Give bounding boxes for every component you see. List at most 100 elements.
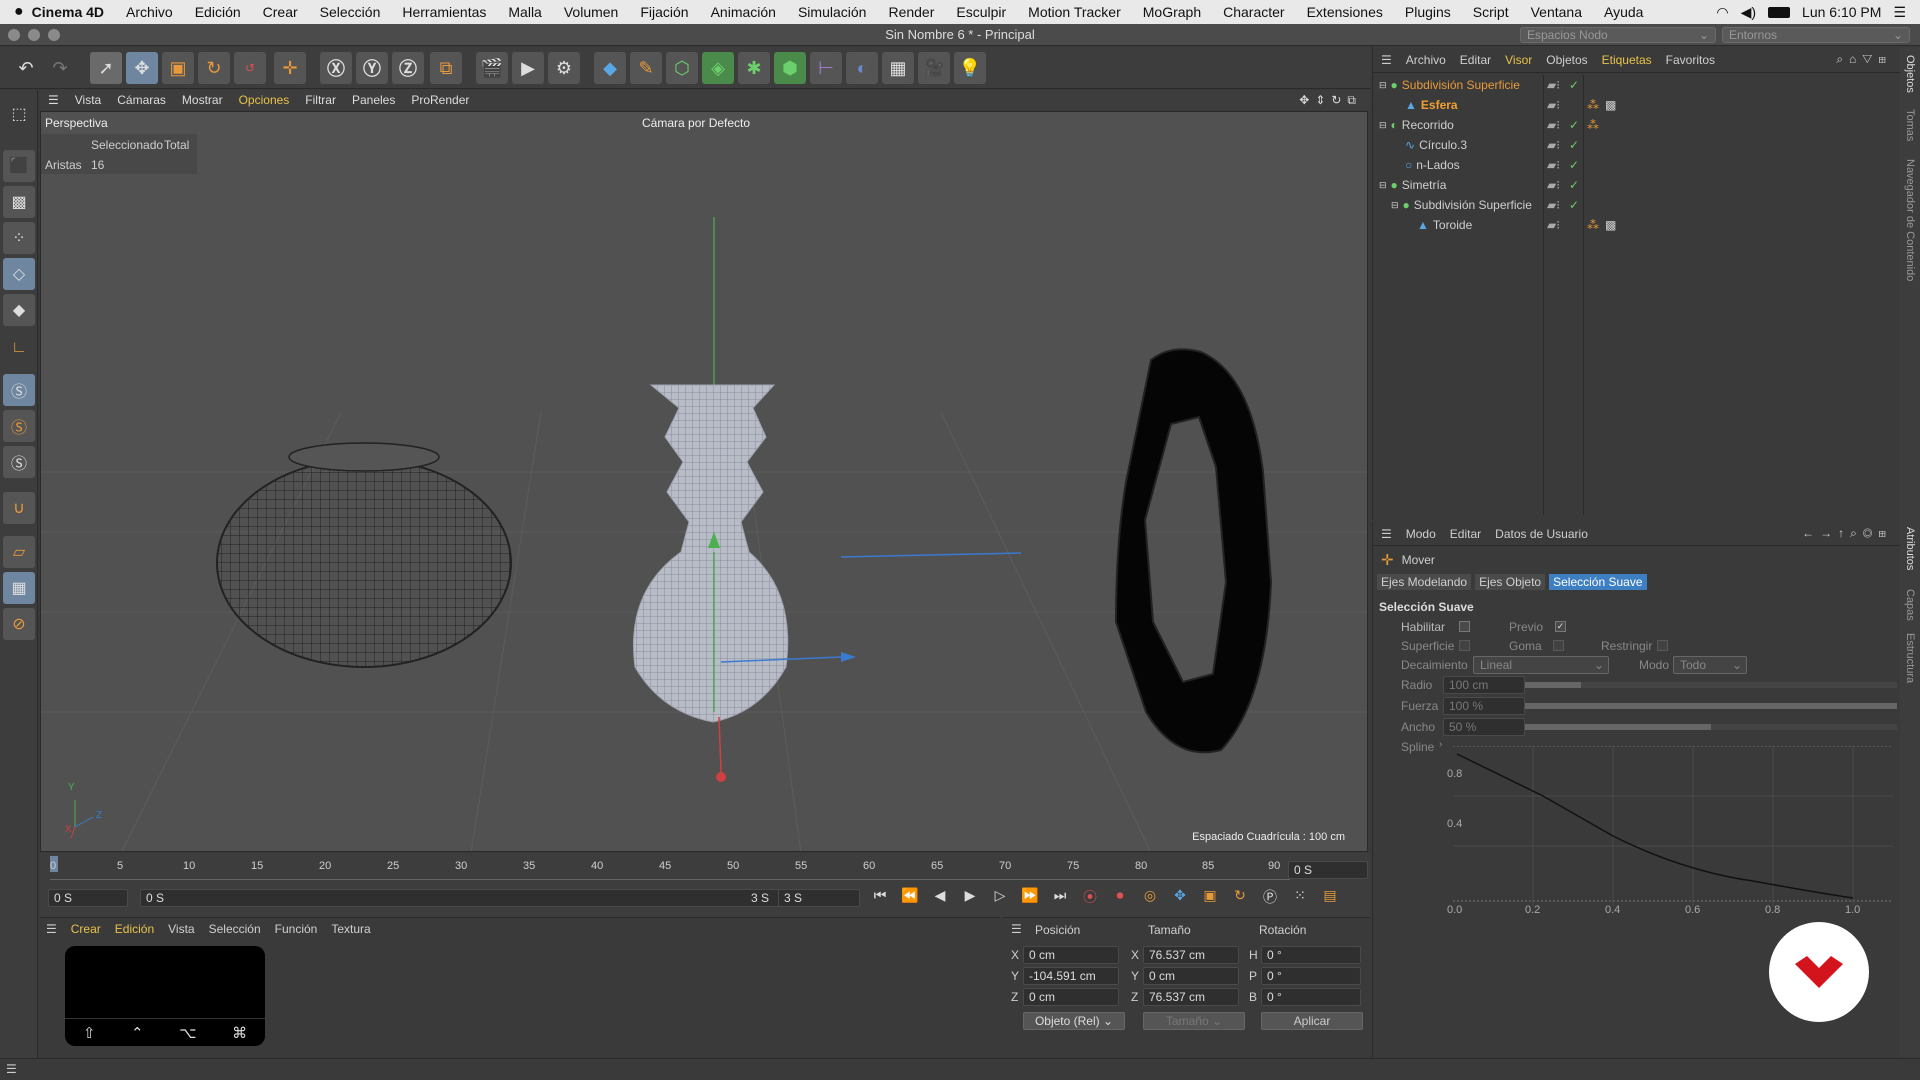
menu-crear[interactable]: Crear: [263, 4, 298, 20]
fuerza-field[interactable]: 100 %: [1443, 697, 1525, 715]
decaimiento-dropdown[interactable]: Lineal ⌄: [1473, 656, 1609, 674]
phong-tag-icon[interactable]: ⁂: [1587, 218, 1599, 232]
gizmo-z-knob[interactable]: [716, 772, 726, 782]
menu-edicion[interactable]: Edición: [195, 4, 241, 20]
om-menu-archivo[interactable]: Archivo: [1406, 53, 1446, 67]
chevron-right-icon[interactable]: ›: [1439, 739, 1442, 750]
size-x-field[interactable]: 76.537 cm: [1143, 946, 1239, 964]
tab-ejes-objeto[interactable]: Ejes Objeto: [1475, 574, 1546, 590]
render-picture-viewer-icon[interactable]: ▶: [512, 52, 544, 84]
object-name[interactable]: Toroide: [1433, 218, 1472, 232]
material-menu-edicion[interactable]: Edición: [115, 922, 154, 936]
side-tab-estructura[interactable]: Estructura: [1904, 633, 1916, 683]
field-icon[interactable]: ◐: [846, 52, 878, 84]
key-scale-icon[interactable]: ▣: [1198, 887, 1222, 907]
go-to-start-icon[interactable]: ⏮: [868, 887, 892, 907]
previous-key-icon[interactable]: ⏪: [898, 887, 922, 907]
grid-plane-icon[interactable]: ▦: [3, 572, 35, 604]
object-row[interactable]: ⊟ ● Subdivisión Superficie ▰⁝ ✓: [1373, 75, 1901, 95]
texture-mode-icon[interactable]: ▩: [3, 186, 35, 218]
viewport-menu-mostrar[interactable]: Mostrar: [182, 93, 223, 107]
menu-ayuda[interactable]: Ayuda: [1604, 4, 1643, 20]
magnet-icon[interactable]: ∪: [3, 492, 35, 524]
size-z-field[interactable]: 76.537 cm: [1143, 988, 1239, 1006]
enabled-check-icon[interactable]: ✓: [1569, 178, 1579, 192]
ancho-slider[interactable]: [1525, 724, 1897, 730]
side-tab-atributos[interactable]: Atributos: [1904, 527, 1916, 570]
battery-icon[interactable]: [1768, 6, 1791, 18]
radio-slider[interactable]: [1525, 682, 1897, 688]
object-row[interactable]: ⊟ ◐ Recorrido ▰⁝ ✓ ⁂: [1373, 115, 1901, 135]
object-row[interactable]: ▲ Toroide ▰⁝ ⁂ ▩: [1373, 215, 1901, 235]
coordinate-system-icon[interactable]: ⧉: [430, 52, 462, 84]
axis-mode-icon[interactable]: ∟: [3, 332, 35, 364]
viewport-menu-paneles[interactable]: Paneles: [352, 93, 395, 107]
mograph-icon[interactable]: ⬢: [774, 52, 806, 84]
points-mode-icon[interactable]: ⁘: [3, 222, 35, 254]
viewport-menu-camaras[interactable]: Cámaras: [117, 93, 166, 107]
end-frame-field[interactable]: 3 S: [778, 889, 860, 907]
visibility-icon[interactable]: ▰⁝: [1547, 78, 1560, 92]
viewport-menu-vista[interactable]: Vista: [75, 93, 101, 107]
menu-fijacion[interactable]: Fijación: [640, 4, 688, 20]
lock-z-axis-icon[interactable]: Ⓩ: [392, 52, 424, 84]
om-menu-favoritos[interactable]: Favoritos: [1666, 53, 1715, 67]
visibility-icon[interactable]: ▰⁝: [1547, 218, 1560, 232]
falloff-spline-graph[interactable]: 0.8 0.4 0.0 0.2 0.4 0.6 0.8 1.0: [1447, 745, 1893, 916]
move-tool-icon[interactable]: ✥: [126, 52, 158, 84]
visibility-icon[interactable]: ▰⁝: [1547, 138, 1560, 152]
enabled-check-icon[interactable]: ✓: [1569, 198, 1579, 212]
close-window-button[interactable]: [8, 28, 20, 41]
pos-y-field[interactable]: -104.591 cm: [1023, 967, 1119, 985]
deformer-icon[interactable]: ⊢: [810, 52, 842, 84]
next-key-icon[interactable]: ⏩: [1018, 887, 1042, 907]
cloner-icon[interactable]: ✱: [738, 52, 770, 84]
visibility-icon[interactable]: ▰⁝: [1547, 198, 1560, 212]
play-icon[interactable]: ▶: [958, 887, 982, 907]
model-mode-icon[interactable]: ⬛: [3, 150, 35, 182]
am-menu-modo[interactable]: Modo: [1406, 527, 1436, 541]
restringir-checkbox[interactable]: [1657, 640, 1668, 651]
object-row[interactable]: ○ n-Lados ▰⁝ ✓: [1373, 155, 1901, 175]
start-frame-field[interactable]: 0 S: [48, 889, 128, 907]
menu-motion-tracker[interactable]: Motion Tracker: [1028, 4, 1121, 20]
volume-icon[interactable]: ◀): [1741, 4, 1756, 21]
select-tool-icon[interactable]: ➚: [90, 52, 122, 84]
record-icon[interactable]: ⦿: [1078, 887, 1102, 907]
subdivision-surface-icon[interactable]: ⬡: [666, 52, 698, 84]
recent-tools-icon[interactable]: ↺: [234, 52, 266, 84]
enabled-check-icon[interactable]: ✓: [1569, 118, 1579, 132]
light-icon[interactable]: 💡: [954, 52, 986, 84]
apple-icon[interactable]: ●: [14, 3, 24, 21]
lock-y-axis-icon[interactable]: Ⓨ: [356, 52, 388, 84]
size-mode-dropdown[interactable]: Tamaño ⌄: [1143, 1012, 1245, 1030]
pen-spline-icon[interactable]: ✎: [630, 52, 662, 84]
menu-herramientas[interactable]: Herramientas: [402, 4, 486, 20]
fuerza-slider[interactable]: [1525, 703, 1897, 709]
superficie-checkbox[interactable]: [1459, 640, 1470, 651]
scale-tool-icon[interactable]: ▣: [162, 52, 194, 84]
hamburger-icon[interactable]: ☰: [1381, 53, 1392, 67]
redo-icon[interactable]: ↷: [44, 52, 76, 84]
snap-settings-icon[interactable]: Ⓢ: [3, 410, 35, 442]
object-name[interactable]: Subdivisión Superficie: [1414, 198, 1532, 212]
material-tag-icon[interactable]: ▩: [1605, 218, 1616, 232]
material-menu-crear[interactable]: Crear: [71, 922, 101, 936]
key-rotation-icon[interactable]: ↻: [1228, 887, 1252, 907]
viewport-menu-filtrar[interactable]: Filtrar: [305, 93, 336, 107]
side-tab-navegador[interactable]: Navegador de Contenido: [1904, 159, 1916, 281]
previous-frame-icon[interactable]: ◀: [928, 887, 952, 907]
3d-viewport[interactable]: Perspectiva Cámara por Defecto Seleccion…: [40, 111, 1368, 852]
object-name[interactable]: Recorrido: [1402, 118, 1454, 132]
habilitar-checkbox[interactable]: [1459, 621, 1470, 632]
viewport-nav-icons[interactable]: ✥⇕↻⧉: [1299, 93, 1362, 108]
visibility-icon[interactable]: ▰⁝: [1547, 98, 1560, 112]
generator-icon[interactable]: ◈: [702, 52, 734, 84]
object-name[interactable]: n-Lados: [1416, 158, 1459, 172]
menu-extensiones[interactable]: Extensiones: [1307, 4, 1383, 20]
floor-icon[interactable]: ▦: [882, 52, 914, 84]
keyframe-selection-icon[interactable]: ◎: [1138, 887, 1162, 907]
rot-h-field[interactable]: 0 °: [1261, 946, 1361, 964]
material-menu-funcion[interactable]: Función: [275, 922, 318, 936]
key-parameter-icon[interactable]: Ⓟ: [1258, 887, 1282, 907]
